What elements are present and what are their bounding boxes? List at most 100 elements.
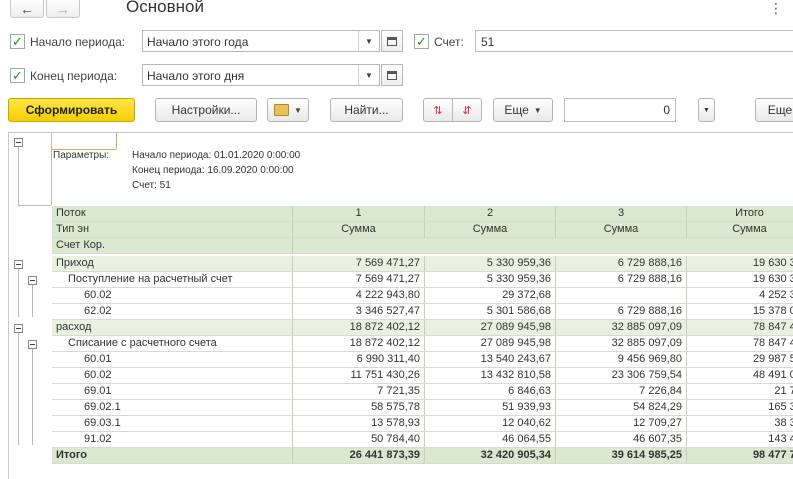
- collapse-expense-sub-icon[interactable]: [28, 340, 37, 349]
- more-right-button[interactable]: Еще: [755, 98, 793, 122]
- header-cell: Поток: [52, 206, 293, 221]
- end-period-checkbox[interactable]: ✓: [10, 68, 25, 83]
- check-icon: ✓: [12, 67, 23, 83]
- params-account: Счет: 51: [132, 180, 171, 191]
- value-cell: 27 089 945,98: [425, 336, 556, 351]
- params-frame-right: [116, 133, 117, 149]
- tree-line: [18, 333, 19, 445]
- value-cell: 6 729 888,16: [556, 304, 687, 319]
- value-cell: 143 456: [768, 433, 793, 445]
- table-row[interactable]: Списание с расчетного счета 18 872 402,12…: [52, 336, 793, 352]
- end-period-select[interactable]: Начало этого дня ▼: [142, 64, 380, 86]
- value-cell: 11 751 430,26: [293, 368, 425, 383]
- table-row[interactable]: 62.02 3 346 527,47 5 301 586,68 6 729 888,1…: [52, 304, 793, 320]
- start-calendar-button[interactable]: [381, 30, 403, 52]
- table-row[interactable]: Поступление на расчетный счет 7 569 471,2…: [52, 272, 793, 288]
- value-cell: 32 885 097,09: [556, 336, 687, 351]
- value-cell: 4 222 943,80: [293, 288, 425, 303]
- value-cell: 5 330 959,36: [425, 272, 556, 287]
- row-label-cell: 91.02: [52, 432, 293, 447]
- value-cell: 7 569 471,27: [293, 272, 425, 287]
- value-cell: 13 432 810,58: [425, 368, 556, 383]
- check-icon: ✓: [416, 33, 427, 49]
- value-cell: 7 721,35: [293, 384, 425, 399]
- header-cell: 3: [556, 206, 687, 221]
- start-period-select[interactable]: Начало этого года ▼: [142, 30, 380, 52]
- row-label-cell: Приход: [52, 256, 293, 271]
- settings-button[interactable]: Настройки...: [155, 98, 257, 122]
- more-button[interactable]: Еще ▼: [493, 98, 553, 122]
- value-cell: 39 614 985,25: [556, 448, 687, 463]
- account-checkbox[interactable]: ✓: [414, 34, 429, 49]
- value-cell: 18 872 402,12: [293, 320, 425, 335]
- value-cell: 29 372,68: [425, 288, 556, 303]
- row-label-cell: 60.02: [52, 288, 293, 303]
- row-label-cell: расход: [52, 320, 293, 335]
- value-cell: 51 939,93: [425, 400, 556, 415]
- value-cell: 3 346 527,47: [293, 304, 425, 319]
- value-cell: 19 630 318: [752, 273, 793, 285]
- back-button[interactable]: ←: [10, 0, 44, 18]
- generate-button[interactable]: Сформировать: [8, 98, 135, 122]
- value-cell: 13 540 243,67: [425, 352, 556, 367]
- header-cell: 2: [425, 206, 556, 221]
- number-dropdown-button[interactable]: ▼: [698, 98, 715, 122]
- start-period-checkbox[interactable]: ✓: [10, 34, 25, 49]
- sort-ascending-button[interactable]: ⇅: [423, 98, 453, 122]
- value-cell: 58 575,78: [293, 400, 425, 415]
- account-input[interactable]: 51: [475, 30, 793, 52]
- row-label-cell: 69.01: [52, 384, 293, 399]
- number-field[interactable]: 0: [564, 98, 676, 122]
- chevron-down-icon[interactable]: ▼: [358, 65, 379, 85]
- chevron-down-icon: ▼: [294, 105, 302, 115]
- table-row[interactable]: 60.02 11 751 430,26 13 432 810,58 23 306 75…: [52, 368, 793, 384]
- value-cell: 6 990 311,40: [293, 352, 425, 367]
- value-cell: 54 824,29: [556, 400, 687, 415]
- more-label: Еще: [504, 103, 529, 117]
- value-cell: 21 794: [774, 385, 793, 397]
- value-cell: 98 477 763: [752, 449, 793, 461]
- table-row[interactable]: 60.01 6 990 311,40 13 540 243,67 9 456 969,…: [52, 352, 793, 368]
- table-row[interactable]: Итого 26 441 873,39 32 420 905,34 39 614 98…: [52, 448, 793, 464]
- value-cell: 19 630 318: [752, 257, 793, 269]
- more-vertical-icon[interactable]: ⋮: [769, 0, 783, 17]
- collapse-params-icon[interactable]: [14, 138, 23, 147]
- end-calendar-button[interactable]: [381, 64, 403, 86]
- table-row[interactable]: Приход 7 569 471,27 5 330 959,36 6 729 888,…: [52, 256, 793, 272]
- value-cell: 50 784,40: [293, 432, 425, 447]
- table-row[interactable]: 91.0250 784,4046 064,5546 607,35 143 456: [52, 432, 793, 448]
- table-row[interactable]: 69.02.158 575,7851 939,9354 824,29 165 34…: [52, 400, 793, 416]
- tree-line: [18, 147, 19, 205]
- sort-descending-button[interactable]: ⇵: [452, 98, 482, 122]
- end-period-value: Начало этого дня: [147, 69, 245, 83]
- value-cell: 46 607,35: [556, 432, 687, 447]
- row-label-cell: 60.01: [52, 352, 293, 367]
- value-cell: 12 709,27: [556, 416, 687, 431]
- value-cell: 78 847 445: [752, 321, 793, 333]
- value-cell: 18 872 402,12: [293, 336, 425, 351]
- row-label-cell: 69.03.1: [52, 416, 293, 431]
- table-row[interactable]: расход 18 872 402,12 27 089 945,98 32 885 0…: [52, 320, 793, 336]
- sort-descending-icon: ⇵: [462, 104, 472, 117]
- variants-button[interactable]: ▼: [267, 98, 309, 122]
- forward-button[interactable]: →: [46, 0, 80, 18]
- find-button[interactable]: Найти...: [330, 98, 403, 122]
- collapse-income-sub-icon[interactable]: [28, 276, 37, 285]
- table-row[interactable]: 60.024 222 943,8029 372,68 4 252 316: [52, 288, 793, 304]
- chevron-down-icon[interactable]: ▼: [358, 31, 379, 51]
- calendar-icon: [387, 70, 397, 80]
- collapse-income-icon[interactable]: [14, 260, 23, 269]
- end-period-label: Конец периода:: [30, 69, 118, 83]
- calendar-icon: [387, 36, 397, 46]
- table-row[interactable]: 69.03.113 578,9312 040,6212 709,27 38 328: [52, 416, 793, 432]
- table-row[interactable]: 69.017 721,356 846,637 226,84 21 794: [52, 384, 793, 400]
- value-cell: [556, 288, 687, 303]
- row-label-cell: Итого: [52, 448, 293, 463]
- start-period-label: Начало периода:: [30, 35, 126, 49]
- value-cell: 78 847 445: [752, 337, 793, 349]
- collapse-expense-icon[interactable]: [14, 324, 23, 333]
- value-cell: 32 885 097,09: [556, 320, 687, 335]
- params-frame-left: [51, 133, 52, 205]
- value-cell: 4 252 316: [759, 289, 793, 301]
- value-cell: 29 987 524: [752, 353, 793, 365]
